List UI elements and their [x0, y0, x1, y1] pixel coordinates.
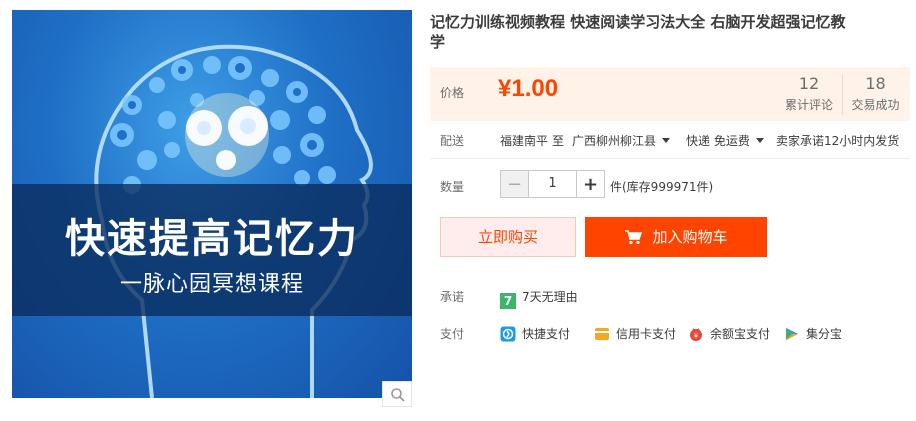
guarantee-text: 7天无理由	[522, 290, 578, 304]
yuebao-icon: ¥	[690, 328, 702, 341]
shipping-select[interactable]: 快递 免运费	[686, 132, 764, 149]
price-label: 价格	[440, 86, 465, 100]
decrease-button[interactable]: −	[501, 171, 529, 197]
payment-label: 支付	[440, 327, 465, 341]
sales-count: 18	[865, 74, 886, 93]
reviews-count: 12	[798, 74, 820, 93]
image-headline: 快速提高记忆力	[65, 216, 359, 262]
zoom-button[interactable]	[382, 381, 412, 407]
delivery-from: 福建南平	[500, 134, 549, 148]
jifenbao-text: 集分宝	[806, 327, 843, 341]
image-subline: 一脉心园冥想课程	[119, 272, 304, 297]
seven-day-return[interactable]: 7 7天无理由	[500, 288, 578, 309]
product-image[interactable]: 快速提高记忆力 一脉心园冥想课程	[12, 10, 412, 398]
sales-label: 交易成功	[851, 98, 900, 112]
sales-stat: 18 交易成功	[842, 75, 908, 115]
svg-text:¥: ¥	[694, 332, 699, 340]
quantity-label: 数量	[440, 180, 465, 194]
seven-day-badge-icon: 7	[500, 293, 516, 309]
magnifier-icon	[391, 388, 405, 402]
credit-card-icon	[595, 328, 609, 340]
delivery-label: 配送	[440, 134, 465, 148]
quick-pay-text: 快捷支付	[522, 327, 571, 341]
chevron-down-icon	[755, 138, 764, 143]
reviews-label: 累计评论	[784, 98, 833, 112]
credit-card-text: 信用卡支付	[616, 327, 677, 341]
product-title-line1: 记忆力训练视频教程 快速阅读学习法大全 右脑开发超强记忆教	[430, 13, 846, 31]
ship-promise: 卖家承诺12小时内发货	[776, 134, 900, 148]
quantity-input[interactable]: 1	[529, 171, 576, 197]
cart-icon	[625, 230, 643, 245]
guarantee-label: 承诺	[440, 290, 465, 304]
shipping-text: 快递 免运费	[686, 134, 750, 148]
destination-select[interactable]: 广西柳州柳江县	[572, 132, 671, 149]
image-banner: 快速提高记忆力 一脉心园冥想课程	[12, 184, 412, 316]
yuebao-text: 余额宝支付	[710, 327, 771, 341]
add-to-cart-button[interactable]: 加入购物车	[585, 217, 767, 257]
quantity-stepper: − 1 +	[500, 170, 605, 198]
credit-card-pay[interactable]: 信用卡支付	[594, 325, 676, 342]
product-title: 记忆力训练视频教程 快速阅读学习法大全 右脑开发超强记忆教 学	[430, 12, 900, 52]
destination-text: 广西柳州柳江县	[572, 134, 657, 148]
delivery-to-word: 至	[552, 134, 565, 148]
quick-pay-icon	[500, 326, 516, 342]
yuebao-pay[interactable]: ¥ 余额宝支付	[688, 325, 770, 342]
price-value: ¥1.00	[498, 75, 559, 102]
price-box: 价格 ¥1.00 12 累计评论 18 交易成功	[430, 67, 910, 121]
divider	[430, 158, 910, 159]
product-title-line2: 学	[430, 33, 446, 51]
quick-pay[interactable]: 快捷支付	[500, 325, 570, 342]
jifenbao-pay[interactable]: 集分宝	[784, 325, 842, 342]
reviews-stat[interactable]: 12 累计评论	[776, 75, 842, 113]
add-to-cart-label: 加入购物车	[652, 228, 728, 246]
jifenbao-icon	[786, 328, 798, 340]
buy-now-button[interactable]: 立即购买	[440, 217, 576, 257]
chevron-down-icon	[662, 138, 671, 143]
stock-info: 件(库存999971件)	[610, 180, 714, 194]
increase-button[interactable]: +	[576, 171, 604, 197]
